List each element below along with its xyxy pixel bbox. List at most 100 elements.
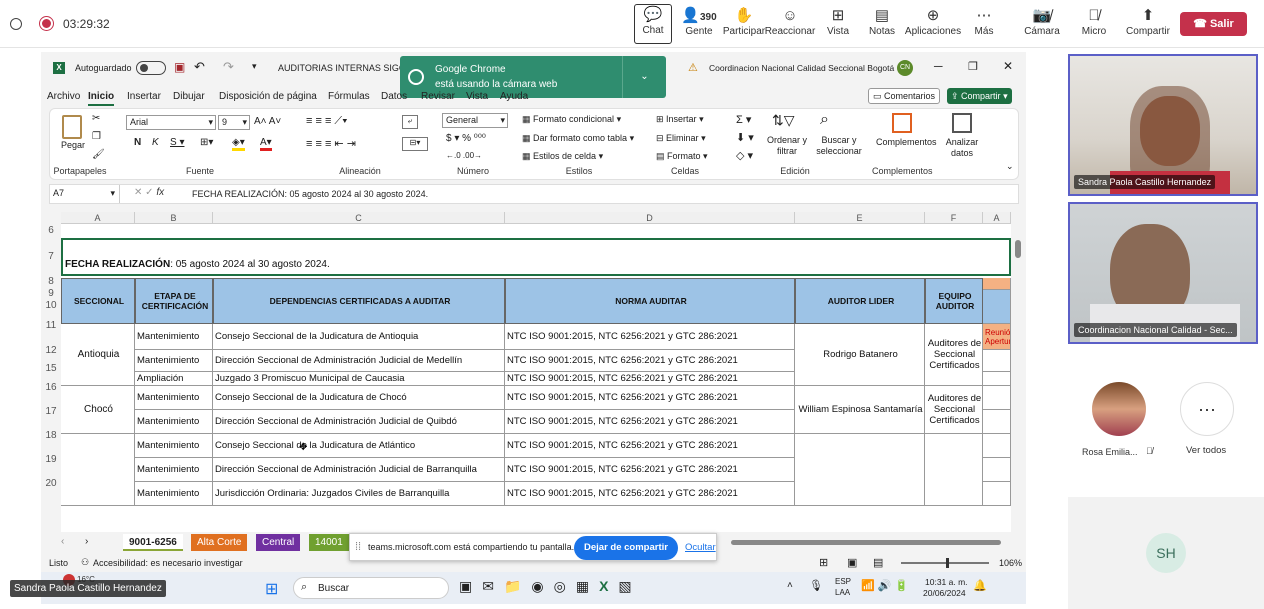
sort-filter-icon[interactable]: ⇅▽ xyxy=(772,112,795,129)
dependencia-cell[interactable]: Consejo Seccional de la Judicatura de An… xyxy=(213,324,505,350)
etapa-cell[interactable]: Mantenimiento xyxy=(135,410,213,434)
menu-datos[interactable]: Datos xyxy=(381,91,407,102)
etapa-cell[interactable]: Mantenimiento xyxy=(135,324,213,350)
row-header[interactable]: 12 xyxy=(41,340,61,362)
format-cells-button[interactable]: ▤ Formato ▾ xyxy=(656,151,708,162)
row-header[interactable]: 9 xyxy=(41,288,61,300)
row-header[interactable]: 6 xyxy=(41,224,61,238)
extra-cell[interactable] xyxy=(983,434,1011,458)
row-header[interactable]: 18 xyxy=(41,424,61,448)
merge-icon[interactable]: ⊟▾ xyxy=(402,137,428,151)
undo-icon[interactable]: ↶ xyxy=(194,59,205,75)
bold-icon[interactable]: N xyxy=(134,137,141,148)
chat-button[interactable]: 💬 Chat xyxy=(634,4,672,44)
notification-icon[interactable]: 🔔 xyxy=(973,579,987,592)
menu-formulas[interactable]: Fórmulas xyxy=(328,91,370,102)
sheet-tab-9001[interactable]: 9001-6256 xyxy=(123,534,183,551)
menu-inicio[interactable]: Inicio xyxy=(88,91,115,106)
dependencia-cell[interactable]: Dirección Seccional de Administración Ju… xyxy=(213,350,505,372)
header-extra-2[interactable] xyxy=(983,290,1011,324)
decimals-icon[interactable]: ←.0 .00→ xyxy=(446,151,482,160)
etapa-cell[interactable]: Mantenimiento xyxy=(135,350,213,372)
etapa-cell[interactable]: Mantenimiento xyxy=(135,482,213,506)
extra-cell[interactable] xyxy=(983,410,1011,434)
leave-button[interactable]: ☎ Salir xyxy=(1180,12,1247,36)
column-header-f[interactable]: F xyxy=(925,212,983,224)
taskbar-search[interactable]: ⌕ Buscar xyxy=(293,577,449,599)
menu-ayuda[interactable]: Ayuda xyxy=(500,91,528,102)
norma-cell[interactable]: NTC ISO 9001:2015, NTC 6256:2021 y GTC 2… xyxy=(505,458,795,482)
qat-more-icon[interactable]: ▾ xyxy=(252,61,257,72)
tray-mic-icon[interactable]: 🎙 xyxy=(809,579,823,592)
view-layout-icon[interactable]: ▣ xyxy=(847,556,857,569)
etapa-cell[interactable]: Mantenimiento xyxy=(135,458,213,482)
grow-font-icon[interactable]: A˄ A˅ xyxy=(254,116,281,127)
equipo-atlantico[interactable] xyxy=(925,434,983,506)
menu-archivo[interactable]: Archivo xyxy=(47,91,80,102)
title-row-cell[interactable]: FECHA REALIZACIÓN: 05 agosto 2024 al 30 … xyxy=(61,238,1011,276)
horizontal-scrollbar[interactable] xyxy=(731,540,1001,545)
video-tile-coordinacion[interactable]: Coordinacion Nacional Calidad - Sec... xyxy=(1068,202,1258,344)
autosave-toggle[interactable] xyxy=(136,61,166,75)
apps-button[interactable]: ⊕ Aplicaciones xyxy=(904,6,962,44)
menu-disposicion[interactable]: Disposición de página xyxy=(219,91,317,102)
formula-input[interactable]: FECHA REALIZACIÓN: 05 agosto 2024 al 30 … xyxy=(192,189,428,199)
stop-sharing-button[interactable]: Dejar de compartir xyxy=(574,536,678,560)
sort-filter-button[interactable]: Ordenar y filtrar xyxy=(766,135,808,157)
spreadsheet-grid[interactable]: A B C D E F A FECHA REALIZACIÓN: 05 agos… xyxy=(61,212,1011,532)
copy-icon[interactable]: ❐ xyxy=(92,131,101,142)
header-seccional[interactable]: SECCIONAL xyxy=(61,278,135,324)
column-header-a[interactable]: A xyxy=(61,212,135,224)
row-header[interactable]: 20 xyxy=(41,472,61,496)
menu-revisar[interactable]: Revisar xyxy=(421,91,455,102)
video-tile-sandra[interactable]: Sandra Paola Castillo Hernandez xyxy=(1068,54,1258,196)
extra-cell[interactable] xyxy=(983,482,1011,506)
dependencia-cell[interactable]: Dirección Seccional de Administración Ju… xyxy=(213,458,505,482)
clear-icon[interactable]: ◇ ▾ xyxy=(736,149,753,162)
fill-icon[interactable]: ⬇ ▾ xyxy=(736,131,754,144)
row-header[interactable]: 17 xyxy=(41,400,61,424)
column-header-c[interactable]: C xyxy=(213,212,505,224)
name-box[interactable]: A7 ▾ xyxy=(50,185,120,203)
sheet-tab-14001[interactable]: 14001 xyxy=(309,534,349,551)
extra-cell[interactable] xyxy=(983,372,1011,386)
norma-cell[interactable]: NTC ISO 9001:2015, NTC 6256:2021 y GTC 2… xyxy=(505,372,795,386)
menu-vista[interactable]: Vista xyxy=(466,91,488,102)
dependencia-cell[interactable]: Dirección Seccional de Administración Ju… xyxy=(213,410,505,434)
font-size-select[interactable]: 9 ▾ xyxy=(218,115,250,130)
save-icon[interactable]: ▣ xyxy=(174,60,185,74)
column-header-b[interactable]: B xyxy=(135,212,213,224)
underline-icon[interactable]: S ▾ xyxy=(170,137,184,148)
clock-date[interactable]: 20/06/2024 xyxy=(923,588,966,598)
header-dependencias[interactable]: DEPENDENCIAS CERTIFICADAS A AUDITAR xyxy=(213,278,505,324)
excel-share-button[interactable]: ⇪ Compartir ▾ xyxy=(947,88,1012,104)
react-button[interactable]: ☺ Reaccionar xyxy=(764,6,816,44)
close-icon[interactable]: ✕ xyxy=(1003,59,1013,73)
camera-button[interactable]: 📷̸ Cámara xyxy=(1016,6,1068,44)
avatar-rosa[interactable] xyxy=(1092,382,1146,436)
minimize-icon[interactable]: ─ xyxy=(934,59,943,73)
insert-cells-button[interactable]: ⊞ Insertar ▾ xyxy=(656,114,704,125)
cell-styles-button[interactable]: ▦ Estilos de celda ▾ xyxy=(522,151,603,162)
drag-handle-icon[interactable]: ⁞⁞ xyxy=(355,541,361,553)
row-header[interactable]: 19 xyxy=(41,448,61,472)
language-bottom[interactable]: LAA xyxy=(835,588,850,597)
currency-icon[interactable]: $ ▾ % ⁰⁰⁰ xyxy=(446,133,486,144)
cut-icon[interactable]: ✂ xyxy=(92,113,100,124)
dependencia-cell[interactable]: Jurisdicción Ordinaria: Juzgados Civiles… xyxy=(213,482,505,506)
norma-cell[interactable]: NTC ISO 9001:2015, NTC 6256:2021 y GTC 2… xyxy=(505,350,795,372)
addins-button[interactable]: Complementos xyxy=(876,137,937,147)
delete-cells-button[interactable]: ⊟ Eliminar ▾ xyxy=(656,133,706,144)
borders-icon[interactable]: ⊞▾ xyxy=(200,137,213,148)
table-format-button[interactable]: ▦ Dar formato como tabla ▾ xyxy=(522,133,634,144)
conditional-format-button[interactable]: ▦ Formato condicional ▾ xyxy=(522,114,621,125)
notes-button[interactable]: ▤ Notas xyxy=(856,6,908,44)
row-header[interactable]: 7 xyxy=(41,238,61,276)
taskbar-apps-icon[interactable]: ▣✉📁◉◎▦X▧ xyxy=(459,578,642,595)
raise-hand-button[interactable]: ✋ Participar xyxy=(718,6,770,44)
row-header[interactable]: 16 xyxy=(41,376,61,400)
hide-button[interactable]: Ocultar xyxy=(685,542,716,553)
header-extra[interactable] xyxy=(983,278,1011,290)
reunion-apertura[interactable]: Reunión Apertura xyxy=(983,324,1011,350)
norma-cell[interactable]: NTC ISO 9001:2015, NTC 6256:2021 y GTC 2… xyxy=(505,410,795,434)
